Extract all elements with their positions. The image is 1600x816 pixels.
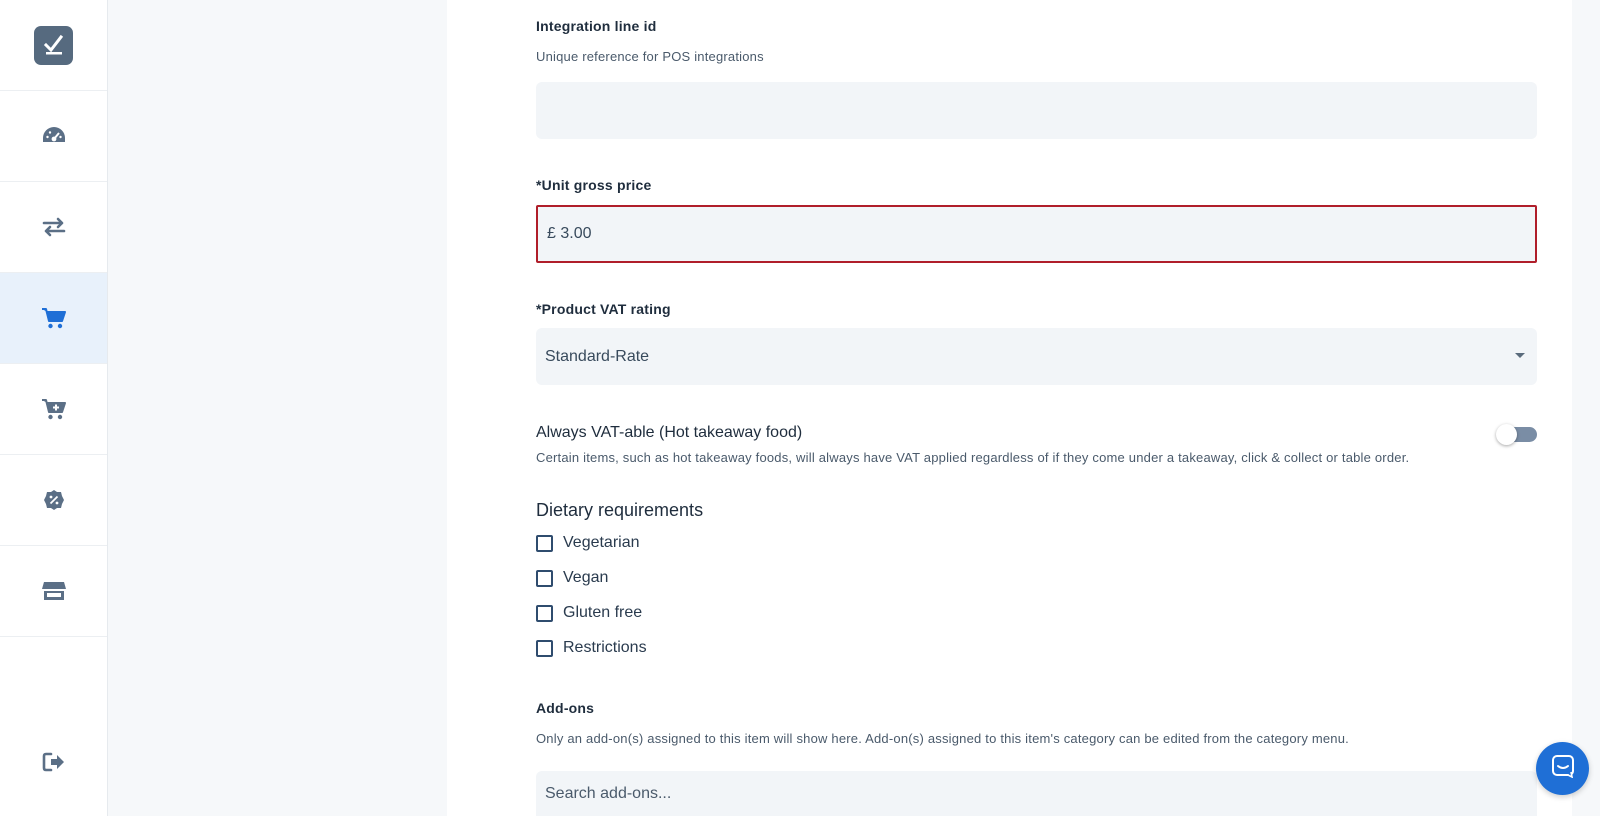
- logo-check-icon: [34, 25, 73, 65]
- addons-search-input[interactable]: Search add-ons...: [536, 771, 1537, 816]
- vegetarian-label: Vegetarian: [563, 534, 640, 551]
- gluten-free-checkbox[interactable]: [536, 604, 553, 622]
- transfer-arrows-icon: [41, 216, 67, 238]
- chevron-down-icon: [1515, 353, 1525, 358]
- discount-badge-icon: [42, 488, 66, 512]
- sidebar-item-products[interactable]: [0, 273, 107, 364]
- restrictions-checkbox[interactable]: [536, 639, 553, 657]
- chat-launcher-button[interactable]: [1536, 742, 1589, 795]
- dietary-option-gluten-free[interactable]: Gluten free: [536, 602, 642, 624]
- sidebar-logo[interactable]: [0, 0, 107, 91]
- sidebar-item-add-to-cart[interactable]: [0, 364, 107, 455]
- always-vatable-help: Certain items, such as hot takeaway food…: [536, 450, 1410, 465]
- sidebar-item-store[interactable]: [0, 546, 107, 637]
- restrictions-label: Restrictions: [563, 639, 647, 656]
- dietary-option-vegetarian[interactable]: Vegetarian: [536, 532, 640, 554]
- page-background: [108, 0, 447, 816]
- addons-help: Only an add-on(s) assigned to this item …: [536, 731, 1349, 746]
- integration-line-id-label: Integration line id: [536, 18, 657, 34]
- dietary-requirements-title: Dietary requirements: [536, 500, 704, 520]
- sidebar-item-dashboard[interactable]: [0, 91, 107, 182]
- sidebar-item-logout[interactable]: [0, 716, 107, 807]
- addons-label: Add-ons: [536, 700, 595, 716]
- integration-line-id-help: Unique reference for POS integrations: [536, 49, 764, 64]
- vegan-label: Vegan: [563, 569, 609, 586]
- sidebar-item-transfers[interactable]: [0, 182, 107, 273]
- vat-selected-value: Standard-Rate: [545, 347, 650, 365]
- always-vatable-toggle-knob[interactable]: [1496, 424, 1517, 445]
- integration-line-id-input[interactable]: [536, 82, 1537, 139]
- page-background-right: [1572, 0, 1600, 816]
- vegan-checkbox[interactable]: [536, 569, 553, 587]
- logout-icon: [42, 751, 66, 773]
- store-icon: [41, 579, 67, 603]
- sidebar: [0, 0, 108, 816]
- dietary-option-vegan[interactable]: Vegan: [536, 567, 608, 589]
- dietary-option-restrictions[interactable]: Restrictions: [536, 637, 647, 659]
- sidebar-item-discounts[interactable]: [0, 455, 107, 546]
- dashboard-gauge-icon: [41, 125, 67, 147]
- product-vat-rating-label: *Product VAT rating: [536, 301, 671, 317]
- unit-gross-price-label: *Unit gross price: [536, 177, 652, 193]
- unit-gross-price-input[interactable]: £ 3.00: [536, 205, 1537, 263]
- chat-bubble-icon: [1551, 754, 1575, 783]
- product-vat-rating-select[interactable]: Standard-Rate: [536, 328, 1537, 385]
- vegetarian-checkbox[interactable]: [536, 534, 553, 552]
- gluten-free-label: Gluten free: [563, 604, 643, 621]
- always-vatable-label: Always VAT-able (Hot takeaway food): [536, 424, 803, 441]
- cart-plus-icon: [41, 397, 67, 421]
- shopping-cart-icon: [41, 306, 67, 330]
